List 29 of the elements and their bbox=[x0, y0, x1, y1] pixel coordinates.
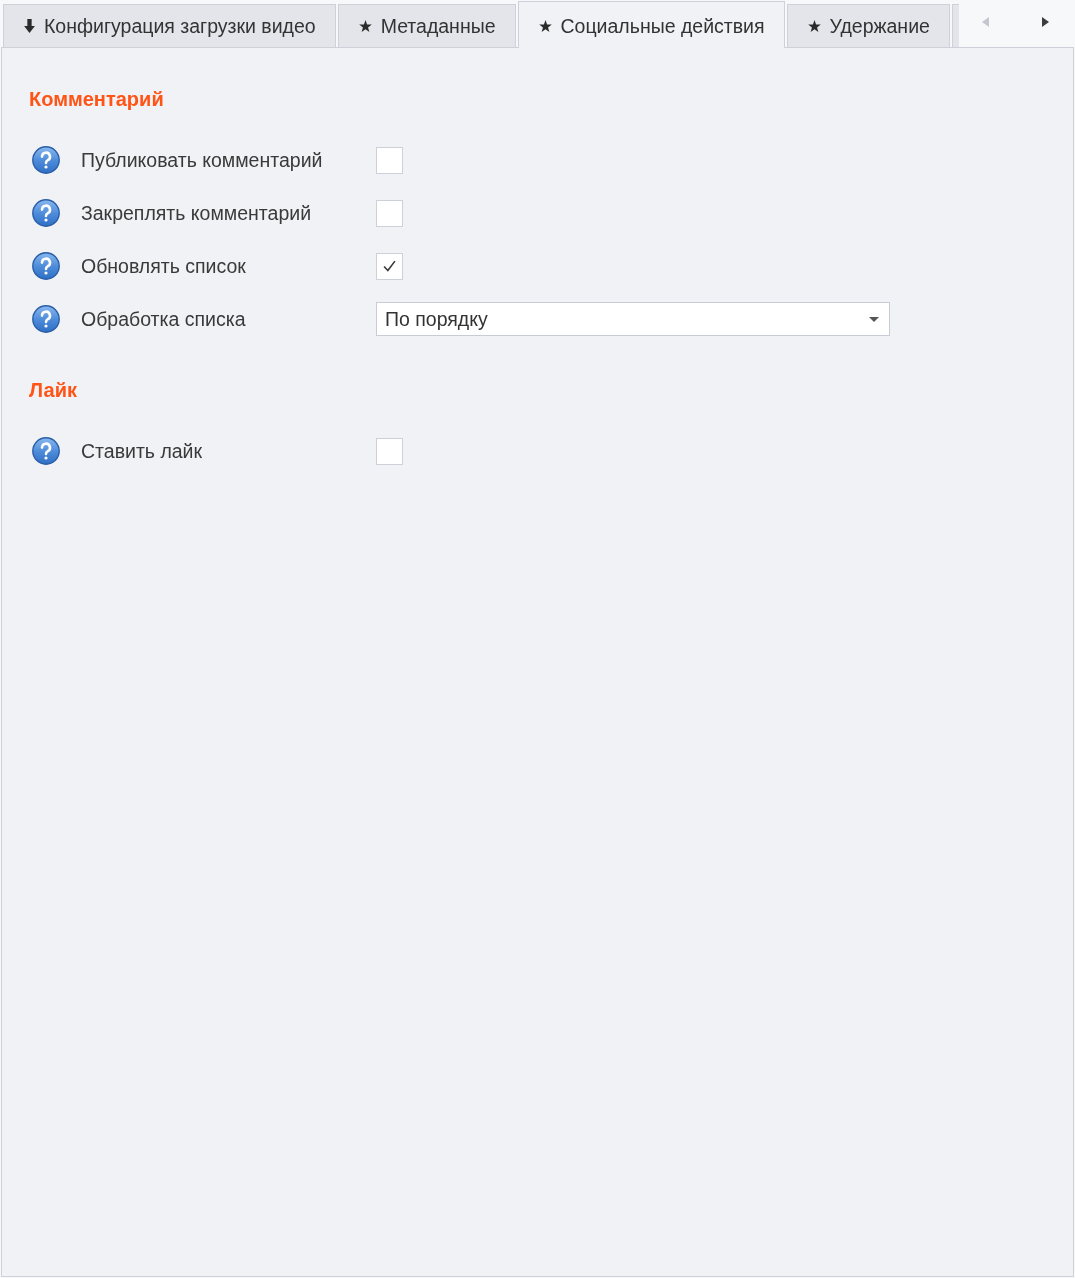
scroll-right-icon[interactable] bbox=[1042, 17, 1049, 27]
help-icon[interactable] bbox=[32, 305, 60, 333]
star-icon bbox=[358, 19, 372, 33]
tab[interactable]: Социальные действия bbox=[517, 1, 785, 48]
tab[interactable]: Конфигурация загрузки видео bbox=[3, 4, 336, 47]
checkbox[interactable] bbox=[376, 199, 403, 227]
setting-label: Ставить лайк bbox=[81, 439, 204, 463]
help-icon[interactable] bbox=[32, 252, 60, 280]
checkbox[interactable] bbox=[376, 146, 403, 174]
setting-label: Обработка списка bbox=[81, 307, 247, 331]
star-icon bbox=[538, 20, 552, 33]
help-icon[interactable] bbox=[32, 437, 60, 465]
section-title: Лайк bbox=[29, 379, 77, 401]
caret-down-icon bbox=[869, 316, 879, 322]
checkbox[interactable] bbox=[376, 437, 403, 465]
dropdown[interactable]: По порядку bbox=[376, 302, 890, 336]
help-icon[interactable] bbox=[32, 146, 60, 174]
star-icon bbox=[807, 19, 821, 33]
checkbox[interactable] bbox=[376, 252, 403, 280]
tab[interactable]: Удержание bbox=[786, 4, 950, 47]
down-arrow-icon bbox=[24, 19, 35, 33]
setting-label: Закреплять комментарий bbox=[81, 201, 313, 225]
setting-label: Публиковать комментарий bbox=[81, 148, 324, 172]
tab[interactable]: Метаданные bbox=[337, 4, 516, 47]
check-icon bbox=[383, 260, 396, 272]
help-icon[interactable] bbox=[32, 199, 60, 227]
section-title: Комментарий bbox=[29, 88, 164, 110]
setting-label: Обновлять список bbox=[81, 254, 247, 278]
clipped-tab[interactable] bbox=[951, 4, 959, 47]
